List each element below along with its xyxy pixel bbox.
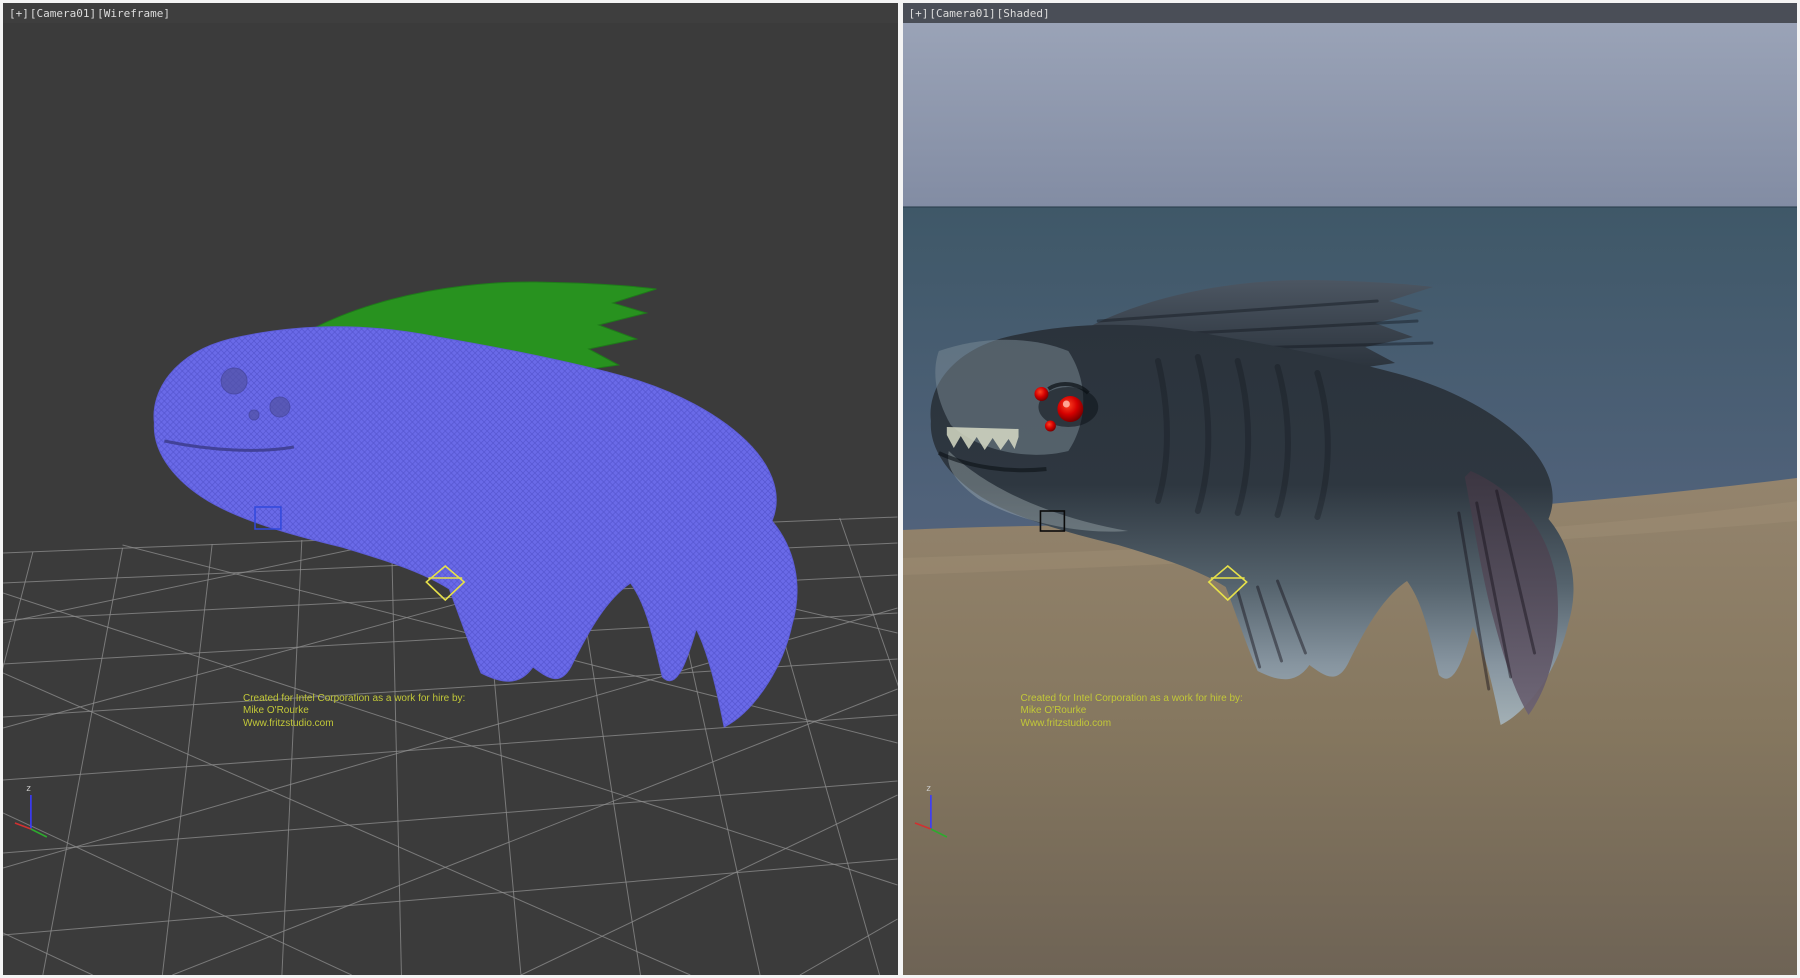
viewport-shading-label[interactable]: [Shaded] xyxy=(997,7,1050,20)
sky xyxy=(903,23,1798,209)
axis-z-label: z xyxy=(26,784,31,794)
credit-line-1: Created for Intel Corporation as a work … xyxy=(1021,693,1243,705)
credit-line-2: Mike O'Rourke xyxy=(1021,705,1243,717)
eye-socket-mark xyxy=(270,397,290,417)
viewport-pov-label[interactable]: [Camera01] xyxy=(30,7,96,20)
axis-z-label: z xyxy=(925,784,930,794)
horizon-line xyxy=(903,206,1798,208)
scene-credit-text[interactable]: Created for Intel Corporation as a work … xyxy=(1021,693,1243,730)
viewport-label-bar: [+] [Camera01] [Shaded] xyxy=(903,3,1798,23)
eye-socket-mark xyxy=(249,410,259,420)
eye-socket-mark xyxy=(221,368,247,394)
eye-highlight xyxy=(1062,401,1069,408)
viewport-menu-button[interactable]: [+] xyxy=(9,7,29,20)
wireframe-canvas[interactable]: z xyxy=(3,23,898,975)
eye-large xyxy=(1057,396,1083,422)
shaded-canvas[interactable]: z xyxy=(903,23,1798,975)
viewport-wireframe[interactable]: [+] [Camera01] [Wireframe] xyxy=(3,3,898,975)
viewport-pov-label[interactable]: [Camera01] xyxy=(929,7,995,20)
credit-line-3: Www.fritzstudio.com xyxy=(1021,718,1243,730)
max-viewport-layout: [+] [Camera01] [Wireframe] xyxy=(0,0,1800,978)
viewport-menu-button[interactable]: [+] xyxy=(909,7,929,20)
credit-line-1: Created for Intel Corporation as a work … xyxy=(243,693,465,705)
eye-small xyxy=(1044,421,1055,432)
creature-body[interactable] xyxy=(154,327,797,727)
viewport-label-bar: [+] [Camera01] [Wireframe] xyxy=(3,3,898,23)
scene-credit-text[interactable]: Created for Intel Corporation as a work … xyxy=(243,693,465,730)
credit-line-2: Mike O'Rourke xyxy=(243,705,465,717)
credit-line-3: Www.fritzstudio.com xyxy=(243,718,465,730)
axis-tripod-icon: z xyxy=(15,784,47,837)
viewport-shaded[interactable]: [+] [Camera01] [Shaded] xyxy=(903,3,1798,975)
viewport-shading-label[interactable]: [Wireframe] xyxy=(97,7,170,20)
eye-small xyxy=(1034,387,1048,401)
